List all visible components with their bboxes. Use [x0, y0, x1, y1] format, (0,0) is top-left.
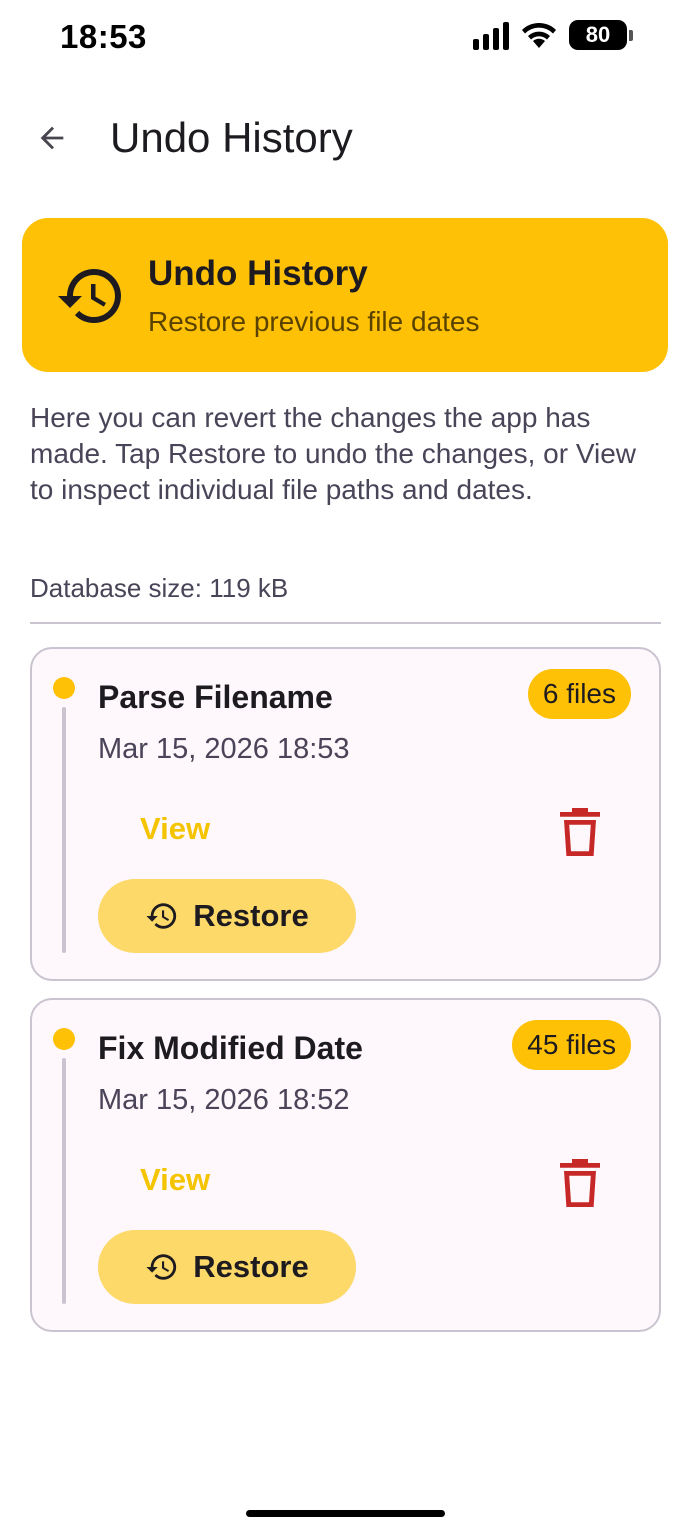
home-indicator[interactable]: [246, 1510, 445, 1517]
timeline-line: [62, 707, 66, 953]
delete-button[interactable]: [554, 803, 606, 861]
entry-date: Mar 15, 2026 18:53: [98, 733, 350, 765]
battery-icon: 80: [569, 20, 633, 50]
history-icon: [146, 1254, 177, 1280]
status-bar: 18:53 80: [0, 0, 691, 80]
timeline-dot: [53, 677, 75, 699]
trash-icon: [560, 1159, 600, 1207]
battery-level: 80: [569, 20, 627, 50]
files-count-badge: 45 files: [512, 1020, 631, 1070]
restore-label: Restore: [193, 898, 309, 933]
history-icon: [146, 903, 177, 929]
history-card: Parse Filename Mar 15, 2026 18:53 6 file…: [30, 647, 661, 981]
divider: [30, 622, 661, 624]
header-card: Undo History Restore previous file dates: [22, 218, 668, 372]
page-title: Undo History: [110, 114, 353, 161]
status-icons: 80: [473, 20, 633, 50]
header-subtitle: Restore previous file dates: [148, 306, 480, 337]
delete-button[interactable]: [554, 1154, 606, 1212]
restore-label: Restore: [193, 1249, 309, 1284]
arrow-back-icon: [40, 126, 64, 150]
entry-date: Mar 15, 2026 18:52: [98, 1084, 350, 1116]
timeline-line: [62, 1058, 66, 1304]
status-time: 18:53: [60, 18, 147, 55]
view-button[interactable]: View: [122, 801, 232, 857]
history-icon: [58, 269, 121, 324]
restore-button[interactable]: Restore: [98, 879, 356, 953]
trash-icon: [560, 808, 600, 856]
entry-title: Fix Modified Date: [98, 1030, 363, 1066]
database-size: Database size: 119 kB: [30, 573, 289, 603]
header-title: Undo History: [148, 254, 368, 293]
view-button[interactable]: View: [122, 1152, 232, 1208]
history-card: Fix Modified Date Mar 15, 2026 18:52 45 …: [30, 998, 661, 1332]
description-text: Here you can revert the changes the app …: [30, 402, 637, 505]
back-button[interactable]: [28, 114, 76, 162]
restore-button[interactable]: Restore: [98, 1230, 356, 1304]
files-count-badge: 6 files: [527, 669, 631, 719]
top-app-bar: Undo History: [0, 100, 691, 176]
timeline-dot: [53, 1028, 75, 1050]
wifi-icon: [519, 20, 559, 50]
signal-icon: [473, 20, 509, 50]
entry-title: Parse Filename: [98, 679, 333, 715]
